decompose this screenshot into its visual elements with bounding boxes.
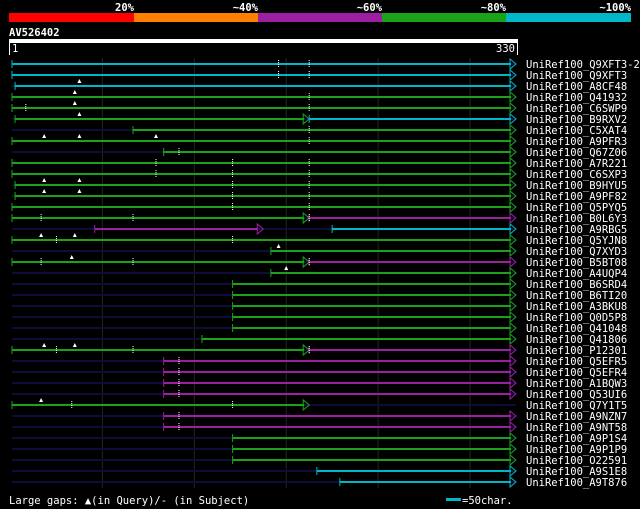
hit-row[interactable]: UniRef100_P12301 <box>11 343 627 357</box>
hit-row[interactable]: UniRef100_A4UQP4 <box>12 266 627 280</box>
query-axis-left-tick <box>9 43 10 55</box>
hit-row[interactable]: UniRef100_B9HYU5 <box>12 178 627 192</box>
scale-label-60: ~60% <box>357 2 383 14</box>
query-gap-marker <box>42 343 47 347</box>
footer-legend: Large gaps: ▲(in Query)/- (in Subject) =… <box>9 495 513 507</box>
hit-list: UniRef100_Q9XFT3-2UniRef100_Q9XFT3UniRef… <box>11 57 640 489</box>
query-gap-marker <box>72 233 77 237</box>
scale-label-40: ~40% <box>233 2 259 14</box>
hit-row[interactable]: UniRef100_B9RXV2 <box>12 112 627 126</box>
query-gap-marker <box>72 343 77 347</box>
query-header: AV526402 1 330 <box>9 27 518 55</box>
scale-bar-80 <box>382 13 506 22</box>
query-gap-marker <box>69 255 74 259</box>
hit-row[interactable]: UniRef100_A9PF82 <box>12 189 627 203</box>
query-gap-marker <box>77 79 82 83</box>
query-gap-marker <box>77 178 82 182</box>
hit-label: UniRef100_A9T876 <box>526 477 627 489</box>
score-scale-legend: 20% ~40% ~60% ~80% ~100% <box>9 2 632 22</box>
hit-row[interactable]: UniRef100_B5BT08 <box>11 255 627 269</box>
scale-bar-40 <box>134 13 258 22</box>
query-gap-marker <box>284 266 289 270</box>
scale-bar-100 <box>506 13 631 22</box>
scale-label-100: ~100% <box>599 2 631 14</box>
query-gap-marker <box>72 90 77 94</box>
query-bar <box>9 39 518 43</box>
gap-legend-text: Large gaps: ▲(in Query)/- (in Subject) <box>9 495 249 507</box>
query-axis-right-tick <box>517 43 518 55</box>
query-gap-marker <box>77 134 82 138</box>
scale-sample-label: =50char. <box>462 495 513 507</box>
hit-row[interactable]: UniRef100_Q5YJN8 <box>11 233 627 247</box>
query-gap-marker <box>39 233 44 237</box>
hit-row[interactable]: UniRef100_A9PFR3 <box>11 134 627 148</box>
query-name: AV526402 <box>9 27 60 39</box>
query-gap-marker <box>77 112 82 116</box>
scale-label-80: ~80% <box>481 2 507 14</box>
scale-sample-bar <box>446 498 461 501</box>
query-gap-marker <box>39 398 44 402</box>
query-gap-marker <box>42 134 47 138</box>
hit-row[interactable]: UniRef100_A8CF48 <box>12 79 627 93</box>
hit-row[interactable]: UniRef100_Q41932 <box>11 90 627 104</box>
scale-bar-20 <box>9 13 134 22</box>
hit-row[interactable]: UniRef100_A9T876 <box>12 475 627 489</box>
hit-row[interactable]: UniRef100_Q7Y1T5 <box>11 398 627 412</box>
hit-row[interactable]: UniRef100_C6SWP9 <box>11 101 627 115</box>
hit-row[interactable]: UniRef100_Q7XYD3 <box>12 244 627 258</box>
query-gap-marker <box>42 189 47 193</box>
query-gap-marker <box>154 134 158 138</box>
query-gap-marker <box>77 189 82 193</box>
query-end-label: 330 <box>496 43 515 55</box>
query-gap-marker <box>42 178 47 182</box>
query-start-label: 1 <box>12 43 18 55</box>
query-gap-marker <box>72 101 77 105</box>
scale-bar-60 <box>258 13 382 22</box>
alignment-graphic: 20% ~40% ~60% ~80% ~100% AV526402 1 330 … <box>9 2 640 507</box>
scale-label-20: 20% <box>115 2 135 14</box>
query-gap-marker <box>276 244 281 248</box>
